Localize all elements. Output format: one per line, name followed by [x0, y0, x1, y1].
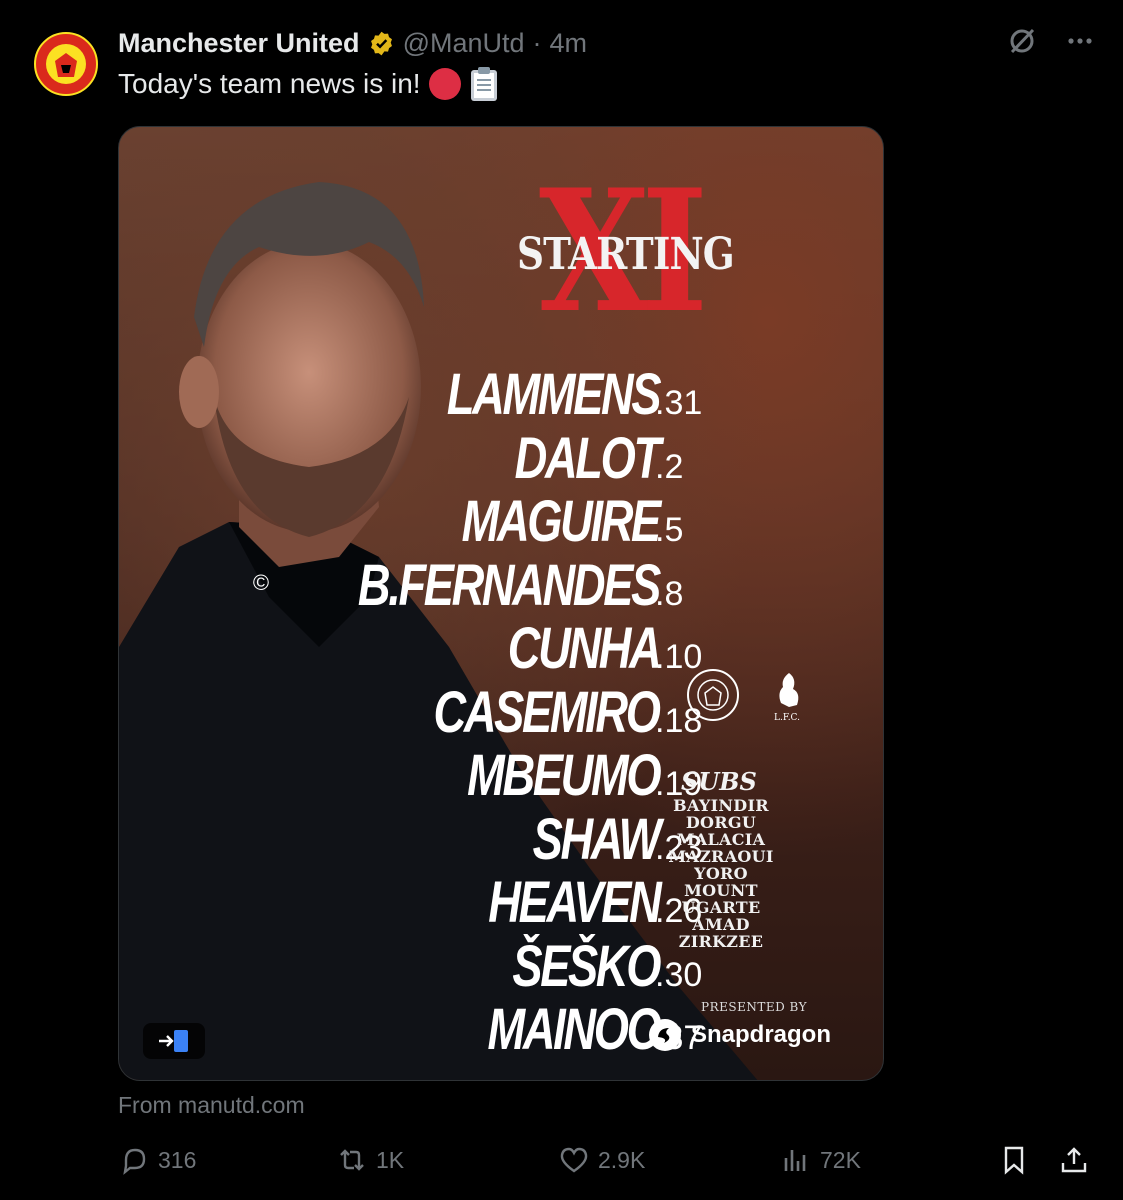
player-number: .2: [655, 447, 684, 486]
repost-icon: [340, 1149, 364, 1171]
player-row: HEAVEN .26: [253, 869, 703, 935]
player-number: .5: [655, 511, 684, 549]
lfc-liverbird-icon: L.F.C.: [774, 673, 800, 723]
player-number: .8: [655, 574, 684, 613]
sub-name: DORGU: [685, 813, 757, 832]
player-number: .30: [655, 955, 703, 994]
reply-count: 316: [158, 1146, 197, 1173]
sponsor-logo: Snapdragon: [647, 1017, 831, 1053]
sub-name: BAYINDIR: [673, 796, 769, 815]
source-link[interactable]: From manutd.com: [118, 1092, 305, 1119]
share-icon: [1061, 1147, 1087, 1173]
player-name: MAGUIRE: [461, 489, 662, 554]
separator-dot: ·: [532, 27, 542, 58]
player-name: LAMMENS: [446, 362, 662, 427]
player-name: MBEUMO: [466, 743, 661, 808]
sub-name: MAZRAOUI: [668, 847, 774, 866]
player-name: B.FERNANDES: [357, 552, 661, 618]
exit-fullscreen-button[interactable]: [143, 1023, 205, 1059]
views-icon: [784, 1150, 806, 1171]
red-circle-emoji-icon: [428, 68, 461, 100]
player-name: SHAW: [532, 806, 662, 872]
captain-mark: ©: [252, 570, 270, 596]
avatar[interactable]: [30, 28, 102, 100]
views-button[interactable]: 72K: [780, 1144, 861, 1176]
bookmark-button[interactable]: [998, 1144, 1030, 1176]
tweet-text-content: Today's team news is in!: [118, 68, 421, 99]
sub-name: MALACIA: [676, 830, 766, 849]
starting-heading: STARTING: [517, 229, 735, 280]
sub-name: AMAD: [692, 915, 750, 934]
tweet-header: Manchester United @ManUtd · 4m: [118, 26, 587, 60]
like-count: 2.9K: [598, 1146, 646, 1173]
sub-name: ZIRKZEE: [678, 932, 764, 951]
player-row: MAINOO .37: [253, 996, 703, 1062]
man-utd-crest-small-icon: [687, 669, 739, 721]
repost-button[interactable]: 1K: [336, 1144, 404, 1176]
bookmark-icon: [1004, 1146, 1024, 1175]
like-button[interactable]: 2.9K: [558, 1144, 645, 1176]
grok-icon[interactable]: [1005, 24, 1039, 58]
player-name: CUNHA: [507, 616, 661, 681]
player-name: ŠEŠKO: [512, 933, 661, 999]
share-button[interactable]: [1058, 1144, 1090, 1176]
verified-badge-icon: [370, 31, 392, 55]
reply-icon: [123, 1148, 146, 1175]
sub-name: YORO: [694, 864, 748, 883]
player-name: MAINOO: [487, 997, 661, 1062]
player-row: ŠEŠKO .30: [253, 933, 703, 999]
tweet-text: Today's team news is in!: [118, 66, 499, 102]
timestamp[interactable]: 4m: [550, 28, 588, 59]
snapdragon-icon: [649, 1019, 681, 1051]
player-row: LAMMENS .31: [253, 361, 703, 427]
sponsor-name: Snapdragon: [691, 1021, 832, 1048]
club-crests: L.F.C.: [685, 667, 815, 723]
presented-by-label: PRESENTED BY: [701, 1000, 808, 1014]
player-row: SHAW .23: [253, 806, 703, 872]
sub-name: UGARTE: [681, 898, 761, 917]
author-handle[interactable]: @ManUtd: [403, 28, 525, 59]
subs-list: BAYINDIR DORGU MALACIA MAZRAOUI YORO MOU…: [651, 797, 791, 950]
media-image[interactable]: XI STARTING LAMMENS .31 DALOT .2 MAGUIRE…: [118, 126, 884, 1081]
more-icon[interactable]: [1063, 24, 1097, 58]
clipboard-emoji-icon: [470, 67, 497, 101]
player-row: DALOT .2: [253, 425, 703, 491]
player-row: MBEUMO .19: [253, 742, 703, 808]
subs-title: SUBS: [681, 767, 757, 796]
player-number: .31: [655, 384, 703, 422]
player-row: CASEMIRO .18: [253, 679, 703, 745]
starting-lineup: LAMMENS .31 DALOT .2 MAGUIRE .5 © B.FERN…: [252, 361, 703, 1062]
views-count: 72K: [820, 1146, 861, 1173]
sub-name: MOUNT: [684, 881, 758, 900]
action-bar: 316 1K 2.9K 72K: [118, 1144, 1092, 1184]
player-name: HEAVEN: [487, 870, 661, 935]
repost-count: 1K: [376, 1146, 405, 1173]
reply-button[interactable]: 316: [118, 1144, 196, 1176]
player-row: MAGUIRE .5: [253, 488, 703, 554]
top-actions: [1005, 24, 1097, 58]
player-name: CASEMIRO: [433, 679, 661, 745]
lfc-label: L.F.C.: [774, 713, 800, 723]
player-row: © B.FERNANDES .8: [252, 552, 703, 618]
author-name[interactable]: Manchester United: [118, 28, 360, 59]
player-name: DALOT: [514, 425, 661, 491]
man-utd-crest-icon: [34, 32, 98, 96]
player-row: CUNHA .10: [253, 615, 703, 681]
like-icon: [560, 1147, 588, 1173]
exit-fullscreen-icon: [159, 1030, 188, 1052]
